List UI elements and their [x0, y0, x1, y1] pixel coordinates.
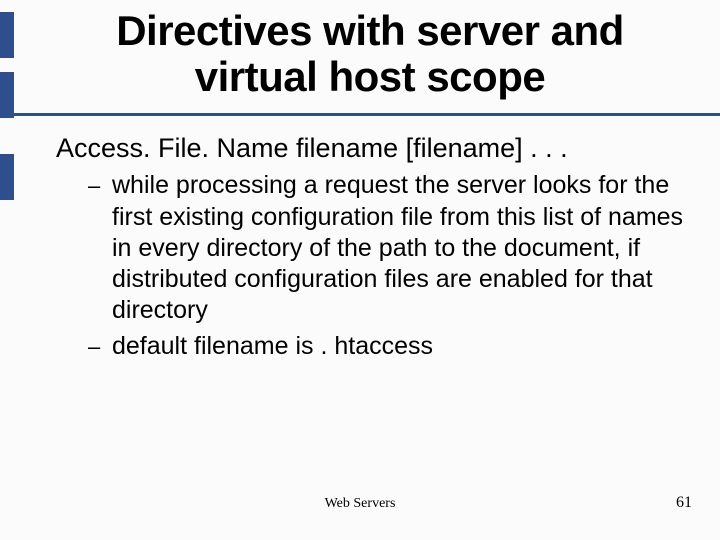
- dash-icon: –: [88, 333, 100, 361]
- left-markers: [0, 0, 18, 540]
- page-number: 61: [676, 494, 692, 512]
- slide-title: Directives with server and virtual host …: [50, 8, 690, 100]
- slide-title-wrap: Directives with server and virtual host …: [50, 8, 690, 100]
- marker-icon: [0, 12, 14, 58]
- body-heading: Access. File. Name filename [filename] .…: [56, 132, 686, 164]
- marker-icon: [0, 72, 14, 118]
- list-item: – while processing a request the server …: [112, 170, 686, 326]
- list-item-text: default filename is . htaccess: [112, 332, 433, 360]
- dash-icon: –: [88, 172, 100, 200]
- footer-center: Web Servers: [0, 496, 720, 512]
- list-item: – default filename is . htaccess: [112, 331, 686, 362]
- slide: Directives with server and virtual host …: [0, 0, 720, 540]
- list-item-text: while processing a request the server lo…: [112, 171, 683, 324]
- slide-body: Access. File. Name filename [filename] .…: [56, 132, 686, 366]
- sub-list: – while processing a request the server …: [56, 170, 686, 362]
- title-underline: [0, 113, 720, 116]
- marker-icon: [0, 154, 14, 200]
